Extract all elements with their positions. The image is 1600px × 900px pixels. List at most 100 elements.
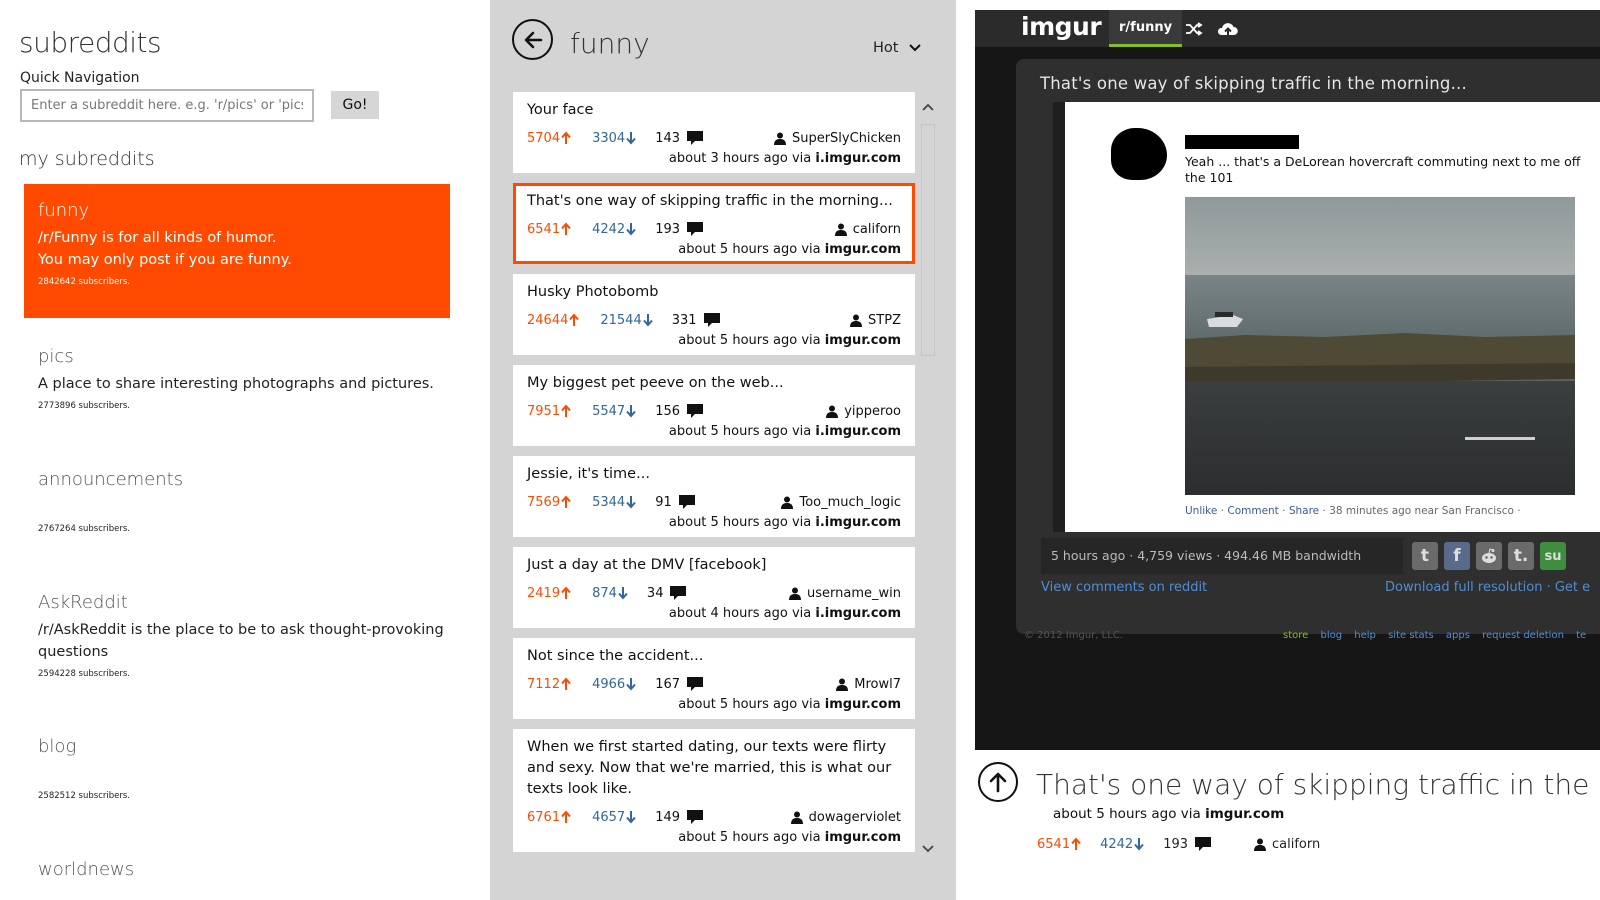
imgur-subreddit-tab[interactable]: r/funny	[1109, 10, 1183, 47]
post-author[interactable]: SuperSlyChicken	[773, 131, 901, 146]
post-author[interactable]: yipperoo	[826, 404, 901, 419]
fb-post-text: Yeah ... that's a DeLorean hovercraft co…	[1185, 154, 1581, 185]
subreddit-search-input[interactable]	[20, 89, 314, 122]
facebook-icon[interactable]: f	[1444, 542, 1470, 570]
post-domain[interactable]: imgur.com	[825, 830, 901, 845]
subreddit-name: blog	[38, 736, 77, 757]
post-card[interactable]: That's one way of skipping traffic in th…	[513, 183, 915, 264]
post-stats: 2419 874 34 username_win	[527, 583, 901, 603]
comment-count[interactable]: 34	[647, 585, 688, 601]
post-stats: 5704 3304 143 SuperSlyChicken	[527, 128, 901, 148]
user-icon	[773, 132, 786, 145]
post-domain[interactable]: imgur.com	[825, 697, 901, 712]
footer-link-request-deletion[interactable]: request deletion	[1482, 630, 1564, 641]
post-author[interactable]: Too_much_logic	[781, 495, 901, 510]
post-card[interactable]: Jessie, it's time... 7569 5344 91 Too_much_l…	[513, 456, 915, 537]
download-link[interactable]: Download full resolution · Get e	[1385, 580, 1590, 595]
footer-link-terms[interactable]: te	[1576, 630, 1586, 641]
scroll-down-icon[interactable]	[922, 844, 934, 854]
post-domain[interactable]: imgur.com	[825, 242, 901, 257]
footer-link-store[interactable]: store	[1283, 630, 1308, 641]
comment-count[interactable]: 331	[672, 312, 721, 328]
footer-link-help[interactable]: help	[1354, 630, 1376, 641]
random-icon[interactable]	[1177, 10, 1211, 47]
subreddit-item-worldnews[interactable]: worldnews	[24, 843, 450, 900]
upvote-count-value: 6761	[527, 809, 561, 825]
downvote-count: 21544	[600, 313, 653, 328]
post-card[interactable]: When we first started dating, our texts …	[513, 729, 915, 852]
back-button[interactable]	[512, 19, 553, 60]
down-arrow-icon	[626, 223, 636, 236]
down-arrow-icon	[626, 496, 636, 509]
comment-count[interactable]: 149	[655, 809, 704, 825]
tumblr-icon[interactable]: t.	[1508, 542, 1534, 570]
post-domain[interactable]: imgur.com	[1205, 806, 1284, 822]
post-time: about 5 hours ago	[668, 424, 788, 439]
post-author[interactable]: californ	[1254, 837, 1320, 852]
upload-icon[interactable]	[1211, 10, 1245, 47]
fb-actions: Unlike · Comment · Share · 38 minutes ag…	[1185, 505, 1521, 517]
post-domain[interactable]: imgur.com	[825, 333, 901, 348]
subreddit-subscribers: 2594228 subscribers.	[38, 669, 130, 679]
user-icon	[826, 405, 839, 418]
imgur-logo[interactable]: imgur	[1021, 12, 1102, 41]
twitter-icon[interactable]: t	[1412, 542, 1438, 570]
footer-link-site-stats[interactable]: site stats	[1388, 630, 1434, 641]
scroll-up-icon[interactable]	[922, 102, 934, 112]
reddit-icon[interactable]	[1476, 542, 1502, 570]
sort-label: Hot	[873, 40, 899, 56]
comment-count[interactable]: 193	[1163, 836, 1212, 852]
fb-share-link[interactable]: Share	[1289, 505, 1319, 517]
comment-count[interactable]: 193	[655, 221, 704, 237]
comment-count[interactable]: 91	[655, 494, 696, 510]
post-domain[interactable]: i.imgur.com	[815, 515, 901, 530]
down-arrow-icon	[626, 405, 636, 418]
subreddit-item-pics[interactable]: pics A place to share interesting photog…	[24, 330, 450, 440]
post-author[interactable]: Mrowl7	[836, 677, 901, 692]
subreddit-item-announcements[interactable]: announcements 2767264 subscribers.	[24, 453, 450, 563]
facebook-screenshot-image: Yeah ... that's a DeLorean hovercraft co…	[1053, 102, 1600, 532]
scroll-thumb[interactable]	[921, 124, 935, 356]
subreddit-item-blog[interactable]: blog 2582512 subscribers.	[24, 720, 450, 830]
post-domain[interactable]: i.imgur.com	[815, 151, 901, 166]
downvote-count-value: 4657	[592, 809, 626, 825]
comment-icon	[687, 810, 704, 824]
subreddit-name: worldnews	[38, 859, 135, 880]
comment-count-value: 91	[655, 494, 672, 510]
fb-unlike-link[interactable]: Unlike	[1185, 505, 1217, 517]
subreddit-subscribers: 2767264 subscribers.	[38, 524, 130, 534]
post-card[interactable]: Your face 5704 3304 143 SuperSlyChicken about…	[513, 92, 915, 173]
user-icon	[781, 496, 794, 509]
back-arrow-icon	[524, 31, 542, 48]
subreddit-item-askreddit[interactable]: AskReddit /r/AskReddit is the place to b…	[24, 576, 450, 706]
post-author[interactable]: californ	[834, 222, 901, 237]
subreddit-item-funny[interactable]: funny /r/Funny is for all kinds of humor…	[24, 184, 450, 318]
post-domain[interactable]: i.imgur.com	[815, 424, 901, 439]
upvote-count: 7569	[527, 495, 572, 510]
comment-icon	[703, 313, 720, 327]
post-title: When we first started dating, our texts …	[527, 739, 892, 797]
post-stats: 24644 21544 331 STPZ	[527, 310, 901, 330]
sort-dropdown[interactable]: Hot	[873, 40, 922, 56]
stumbleupon-icon[interactable]: su	[1540, 542, 1566, 570]
view-comments-link[interactable]: View comments on reddit	[1041, 580, 1207, 595]
post-card[interactable]: Just a day at the DMV [facebook] 2419 874 3…	[513, 547, 915, 628]
go-button[interactable]: Go!	[331, 91, 379, 119]
post-author[interactable]: dowagerviolet	[790, 810, 901, 825]
post-domain[interactable]: i.imgur.com	[815, 606, 901, 621]
footer-link-apps[interactable]: apps	[1446, 630, 1470, 641]
post-author[interactable]: username_win	[789, 586, 901, 601]
post-card[interactable]: My biggest pet peeve on the web... 7951 55…	[513, 365, 915, 446]
comment-count[interactable]: 167	[655, 676, 704, 692]
comment-count[interactable]: 156	[655, 403, 704, 419]
comment-count[interactable]: 143	[655, 130, 704, 146]
post-title: That's one way of skipping traffic in th…	[527, 193, 893, 209]
post-card[interactable]: Not since the accident... 7112 4966 167 Mrow…	[513, 638, 915, 719]
footer-link-blog[interactable]: blog	[1320, 630, 1342, 641]
subreddit-description: /r/Funny is for all kinds of humor. You …	[38, 230, 292, 268]
post-author[interactable]: STPZ	[850, 313, 901, 328]
upvote-button[interactable]	[978, 762, 1018, 802]
fb-comment-link[interactable]: Comment	[1227, 505, 1278, 517]
post-stats: 7112 4966 167 Mrowl7	[527, 674, 901, 694]
post-card[interactable]: Husky Photobomb 24644 21544 331 STPZ about 5 …	[513, 274, 915, 355]
